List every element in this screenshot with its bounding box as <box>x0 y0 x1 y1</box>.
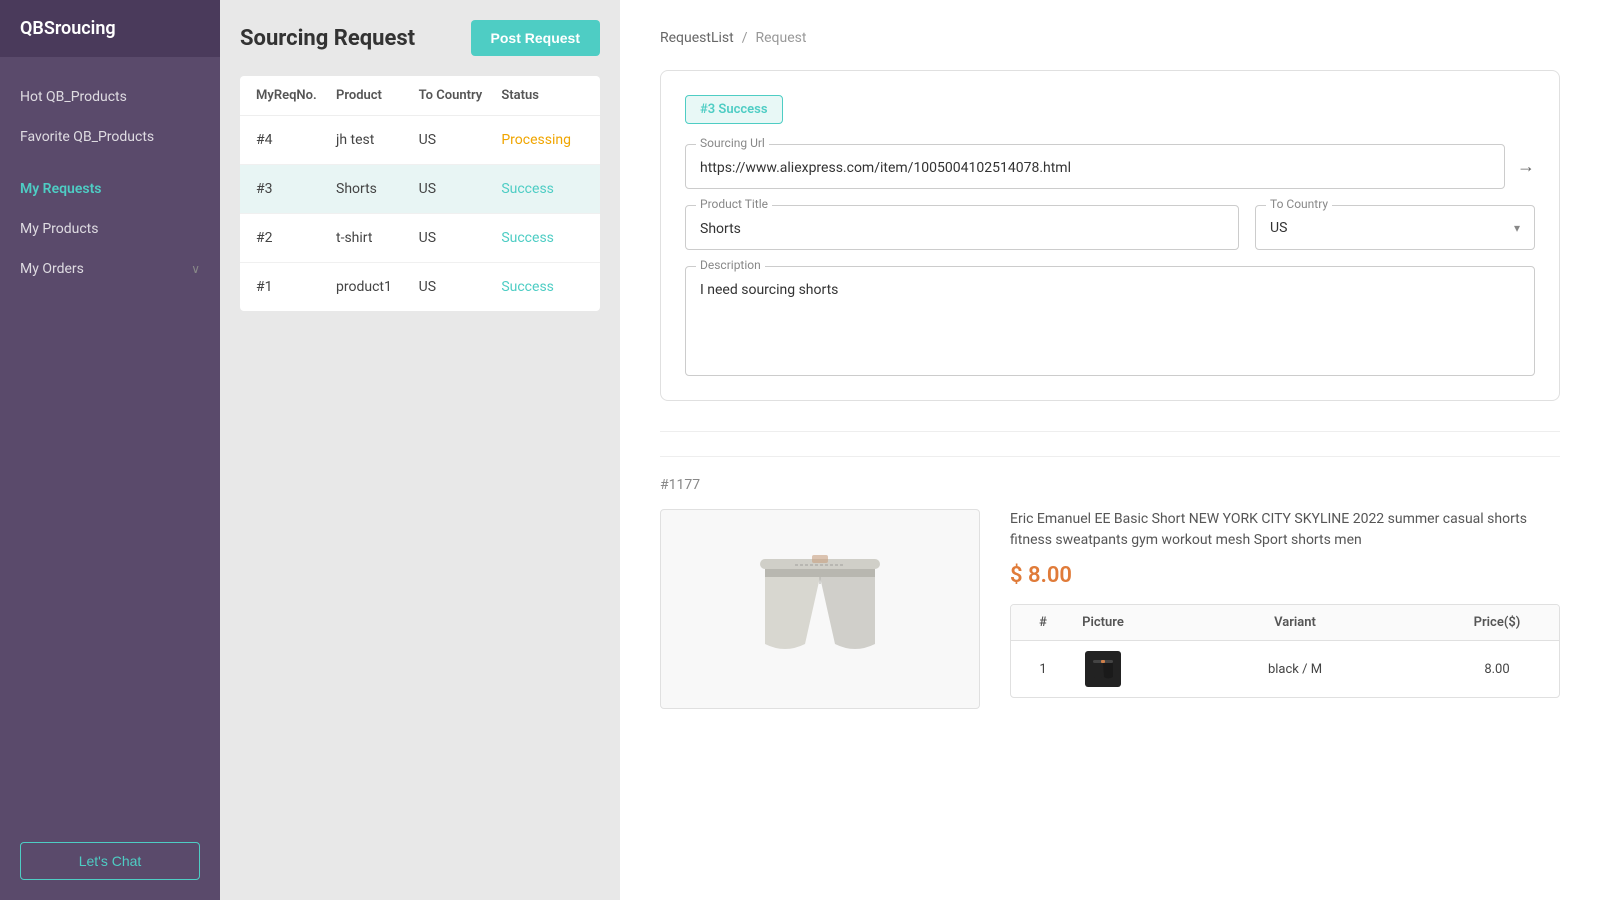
sidebar-bottom: Let's Chat <box>0 822 220 900</box>
product-image <box>740 529 900 689</box>
variant-col-price: Price($) <box>1447 615 1547 630</box>
variant-name: black / M <box>1143 662 1447 677</box>
request-table: MyReqNo. Product To Country Status #4 jh… <box>240 76 600 311</box>
sidebar-nav: Hot QB_Products Favorite QB_Products My … <box>0 57 220 822</box>
col-header-req-no: MyReqNo. <box>256 88 336 103</box>
variant-table: # Picture Variant Price($) 1 <box>1010 604 1560 698</box>
description-field: Description I need sourcing shorts <box>685 266 1535 376</box>
variant-shorts-icon <box>1089 655 1117 683</box>
variant-picture-cell <box>1063 651 1143 687</box>
col-header-country: To Country <box>419 88 502 103</box>
req-no-cell: #4 <box>256 132 336 148</box>
table-row[interactable]: #1 product1 US Success <box>240 263 600 311</box>
sourcing-url-field: Sourcing Url https://www.aliexpress.com/… <box>685 144 1505 189</box>
status-cell: Success <box>501 230 584 246</box>
to-country-field: To Country US ▾ <box>1255 205 1535 250</box>
table-row[interactable]: #2 t-shirt US Success <box>240 214 600 263</box>
product-cell: product1 <box>336 279 419 295</box>
request-detail-panel: RequestList / Request #3 Success Sourcin… <box>620 0 1600 900</box>
country-cell: US <box>419 132 502 148</box>
country-dropdown-icon[interactable]: ▾ <box>1514 221 1520 235</box>
sidebar-item-my-requests[interactable]: My Requests <box>0 169 220 209</box>
sidebar-item-my-products[interactable]: My Products <box>0 209 220 249</box>
req-no-cell: #1 <box>256 279 336 295</box>
product-id: #1177 <box>660 477 1560 493</box>
status-badge: #3 Success <box>685 95 783 124</box>
request-card: #3 Success Sourcing Url https://www.alie… <box>660 70 1560 401</box>
chat-button[interactable]: Let's Chat <box>20 842 200 880</box>
variant-col-picture: Picture <box>1063 615 1143 630</box>
product-cell: jh test <box>336 132 419 148</box>
product-info: Eric Emanuel EE Basic Short NEW YORK CIT… <box>1010 509 1560 709</box>
breadcrumb-current: Request <box>756 30 807 46</box>
url-arrow-icon[interactable]: → <box>1517 156 1535 177</box>
req-no-cell: #2 <box>256 230 336 246</box>
divider <box>660 431 1560 432</box>
country-cell: US <box>419 279 502 295</box>
product-result: #1177 <box>660 456 1560 709</box>
variant-image <box>1085 651 1121 687</box>
sidebar-item-favorite-qb-products[interactable]: Favorite QB_Products <box>0 117 220 157</box>
col-header-status: Status <box>501 88 584 103</box>
description-value: I need sourcing shorts <box>700 282 838 298</box>
variant-num: 1 <box>1023 662 1063 677</box>
variant-col-num: # <box>1023 615 1063 630</box>
sourcing-list-panel: Sourcing Request Post Request MyReqNo. P… <box>220 0 620 900</box>
req-no-cell: #3 <box>256 181 336 197</box>
variant-table-row: 1 black / M <box>1011 641 1559 697</box>
breadcrumb-request-list[interactable]: RequestList <box>660 30 734 46</box>
status-cell: Success <box>501 279 584 295</box>
sourcing-header: Sourcing Request Post Request <box>240 20 600 56</box>
status-cell: Success <box>501 181 584 197</box>
product-cell: t-shirt <box>336 230 419 246</box>
product-title-field: Product Title Shorts <box>685 205 1239 250</box>
country-cell: US <box>419 230 502 246</box>
description-label: Description <box>696 258 765 272</box>
sourcing-url-row: Sourcing Url https://www.aliexpress.com/… <box>685 144 1535 189</box>
sourcing-url-value: https://www.aliexpress.com/item/10050041… <box>700 160 1071 176</box>
product-detail: Eric Emanuel EE Basic Short NEW YORK CIT… <box>660 509 1560 709</box>
sourcing-url-label: Sourcing Url <box>696 136 769 150</box>
variant-col-variant: Variant <box>1143 615 1447 630</box>
product-image-box <box>660 509 980 709</box>
product-country-row: Product Title Shorts To Country US ▾ <box>685 205 1535 250</box>
app-logo: QBSroucing <box>0 0 220 57</box>
status-cell: Processing <box>501 132 584 148</box>
product-name: Eric Emanuel EE Basic Short NEW YORK CIT… <box>1010 509 1560 551</box>
post-request-button[interactable]: Post Request <box>471 20 600 56</box>
breadcrumb-separator: / <box>742 30 748 46</box>
country-cell: US <box>419 181 502 197</box>
col-header-product: Product <box>336 88 419 103</box>
chevron-down-icon: ∨ <box>191 262 200 276</box>
product-cell: Shorts <box>336 181 419 197</box>
variant-table-header: # Picture Variant Price($) <box>1011 605 1559 641</box>
product-title-value: Shorts <box>700 221 741 237</box>
sidebar: QBSroucing Hot QB_Products Favorite QB_P… <box>0 0 220 900</box>
breadcrumb: RequestList / Request <box>660 30 1560 46</box>
table-row[interactable]: #4 jh test US Processing <box>240 116 600 165</box>
table-row[interactable]: #3 Shorts US Success <box>240 165 600 214</box>
product-title-label: Product Title <box>696 197 772 211</box>
table-header: MyReqNo. Product To Country Status <box>240 76 600 116</box>
product-price: $ 8.00 <box>1010 563 1560 588</box>
sidebar-item-hot-qb-products[interactable]: Hot QB_Products <box>0 77 220 117</box>
sourcing-title: Sourcing Request <box>240 26 415 51</box>
to-country-value: US <box>1270 220 1287 236</box>
variant-price: 8.00 <box>1447 662 1547 677</box>
to-country-label: To Country <box>1266 197 1332 211</box>
sidebar-item-my-orders[interactable]: My Orders ∨ <box>0 249 220 289</box>
